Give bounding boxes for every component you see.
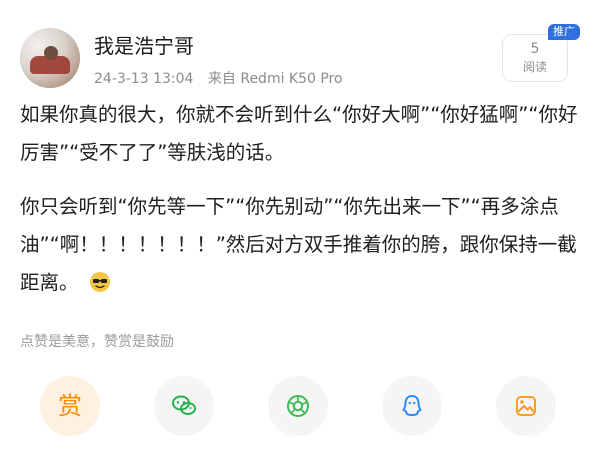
image-icon bbox=[511, 391, 541, 421]
wechat-icon bbox=[169, 391, 199, 421]
avatar-figure-head bbox=[44, 46, 58, 60]
avatar[interactable] bbox=[20, 28, 80, 88]
read-label: 阅读 bbox=[522, 60, 547, 74]
device-source: 来自 Redmi K50 Pro bbox=[207, 71, 343, 87]
cool-sunglasses-icon bbox=[89, 268, 111, 292]
post-header: 我是浩宁哥 24-3-13 13:04 来自 Redmi K50 Pro 5 阅… bbox=[20, 24, 580, 94]
promo-badge[interactable]: 推广 bbox=[548, 24, 580, 40]
post-body: 如果你真的很大，你就不会听到什么“你好大啊”“你好猛啊”“你好厉害”“受不了了”… bbox=[20, 96, 585, 302]
post-paragraph: 如果你真的很大，你就不会听到什么“你好大啊”“你好猛啊”“你好厉害”“受不了了”… bbox=[20, 103, 578, 164]
reward-label: 赏 bbox=[58, 392, 82, 420]
action-bar: 赏 bbox=[0, 376, 600, 440]
username[interactable]: 我是浩宁哥 bbox=[94, 30, 194, 59]
timestamp: 24-3-13 13:04 bbox=[94, 71, 194, 87]
post-paragraph: 你只会听到“你先等一下”“你先别动”“你先出来一下”“再多涂点油”“啊！！！！！… bbox=[20, 188, 585, 302]
reward-tip: 点赞是美意，赞赏是鼓励 bbox=[20, 334, 174, 350]
post-meta: 24-3-13 13:04 来自 Redmi K50 Pro bbox=[94, 68, 343, 88]
read-count: 5 bbox=[530, 41, 540, 57]
read-count-box: 5 阅读 bbox=[502, 34, 568, 82]
wechat-share-button[interactable] bbox=[154, 376, 214, 436]
moments-icon bbox=[283, 391, 313, 421]
reward-button[interactable]: 赏 bbox=[40, 376, 100, 436]
qq-share-button[interactable] bbox=[382, 376, 442, 436]
save-image-button[interactable] bbox=[496, 376, 556, 436]
moments-share-button[interactable] bbox=[268, 376, 328, 436]
qq-icon bbox=[397, 391, 427, 421]
